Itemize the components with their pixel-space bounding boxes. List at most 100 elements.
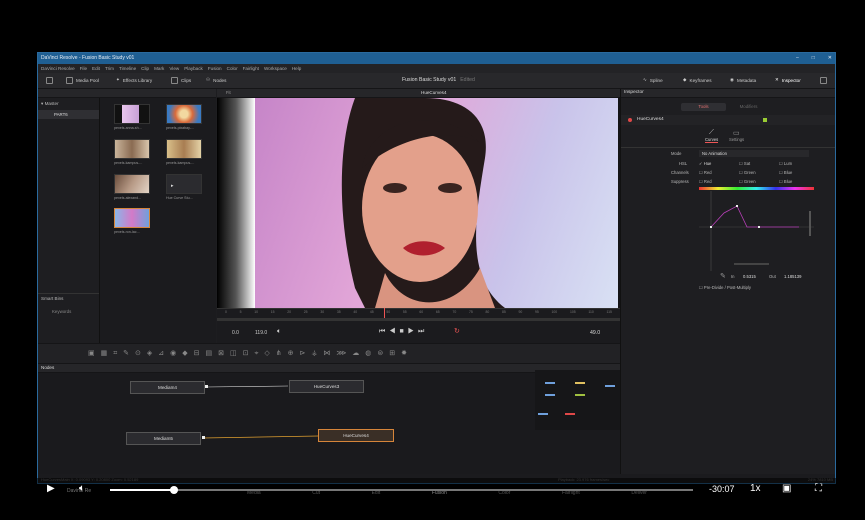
media-thumbnail[interactable]: ▸ — [166, 174, 202, 194]
sat-label: Sat — [743, 161, 751, 166]
playhead[interactable] — [384, 308, 385, 318]
channel-red-checkbox[interactable]: ☐ Red — [699, 170, 712, 175]
node-huecurves4[interactable]: HueCurves4 — [318, 429, 394, 442]
menu-item[interactable]: Timeline — [119, 64, 136, 73]
out-value[interactable]: 1.185139 — [784, 274, 801, 279]
menu-item[interactable]: Fairlight — [243, 64, 259, 73]
menu-item[interactable]: Playback — [184, 64, 203, 73]
tab-tools[interactable]: Tools — [681, 103, 726, 111]
sat-checkbox[interactable]: ☐ Sat — [739, 161, 750, 166]
menu-item[interactable]: Mark — [154, 64, 164, 73]
keyframes-icon: ◆ — [683, 77, 687, 82]
media-thumbnail[interactable] — [166, 104, 202, 124]
fullscreen-toggle-icon[interactable]: ⛶ — [815, 483, 822, 494]
node-version-swatch[interactable] — [763, 118, 767, 122]
menu-item[interactable]: File — [80, 64, 87, 73]
bin-master[interactable]: ▾ Master — [41, 101, 59, 107]
keyframes-button[interactable]: ◆ Keyframes — [683, 77, 712, 83]
node-huecurves3[interactable]: HueCurves3 — [289, 380, 364, 393]
title-bar: DaVinci Resolve - Fusion Basic Study v01… — [38, 53, 835, 64]
menu-item[interactable]: Workspace — [264, 64, 287, 73]
speaker-icon[interactable]: 🔈︎ — [277, 328, 281, 336]
fullscreen-icon[interactable] — [820, 77, 827, 84]
suppress-green-checkbox[interactable]: ☐ Green — [739, 179, 756, 184]
top-toolbar: Media Pool ✦ Effects Library Clips ⚇ Nodes… — [38, 73, 835, 89]
pip-icon[interactable]: ▣ — [782, 483, 791, 494]
inspector-title: Inspector — [624, 90, 644, 95]
channel-blue-checkbox[interactable]: ☐ Blue — [779, 170, 792, 175]
in-value[interactable]: 0.5315 — [743, 274, 756, 279]
seek-bar[interactable] — [110, 486, 693, 494]
bins-header — [38, 89, 100, 98]
minimize-icon[interactable]: – — [796, 53, 799, 64]
node-navigator[interactable] — [535, 370, 620, 430]
menu-item[interactable]: Clip — [141, 64, 149, 73]
frame-ruler[interactable]: 0 5 10 15 20 25 30 35 40 45 50 55 60 65 … — [217, 308, 620, 318]
start-frame[interactable]: 0.0 — [232, 330, 239, 336]
effects-library-button[interactable]: ✦ Effects Library — [116, 77, 152, 83]
viewer: Fit HueCurves4 0 5 10 15 20 25 30 35 40 … — [217, 89, 620, 344]
media-thumbnail[interactable] — [114, 174, 150, 194]
menu-item[interactable]: Trim — [105, 64, 114, 73]
nav-node — [545, 394, 555, 396]
end-frame[interactable]: 119.0 — [255, 330, 267, 336]
menu-item[interactable]: Fusion — [208, 64, 222, 73]
current-frame[interactable]: 49.0 — [590, 330, 600, 336]
predivide-label: Pre-Divide / Post-Multiply — [703, 285, 751, 290]
node-row[interactable]: HueCurves4 — [621, 115, 835, 125]
zoom-value[interactable]: Fit — [226, 90, 231, 95]
lum-checkbox[interactable]: ☐ Lum — [779, 161, 792, 166]
hue-checkbox[interactable]: ✓ Hue — [699, 161, 711, 166]
bin-part6[interactable]: PART6 — [38, 110, 99, 119]
media-thumbnail[interactable] — [166, 139, 202, 159]
media-pool-button[interactable]: Media Pool — [66, 77, 99, 84]
nodes-button[interactable]: ⚇ Nodes — [206, 77, 226, 83]
ruler-tick: 100 — [551, 310, 558, 314]
media-label: pexels-ron-lac... — [114, 230, 140, 234]
ruler-tick: 10 — [254, 310, 259, 314]
node-mediain5[interactable]: MediaIn5 — [126, 432, 201, 445]
media-thumbnail[interactable] — [114, 139, 150, 159]
playback-speed-button[interactable]: 1x — [750, 483, 761, 494]
media-thumbnail[interactable] — [114, 104, 150, 124]
node-output-port[interactable] — [205, 385, 208, 388]
tool-icons[interactable]: ▣▦⌗✎⊙◈⊿◉◆⊟▤⊠◫⊡⌖◇⋔⊕⊳⚶⋈⋙☁◍⊜⊞✸ — [88, 349, 413, 358]
menu-item[interactable]: Color — [227, 64, 238, 73]
menu-item[interactable]: Help — [292, 64, 301, 73]
smart-bin-keywords[interactable]: Keywords — [52, 309, 71, 314]
suppress-red-checkbox[interactable]: ☐ Red — [699, 179, 712, 184]
nodes-icon: ⚇ — [206, 77, 211, 82]
menu-item[interactable]: DaVinci Resolve — [41, 64, 75, 73]
subtab-settings[interactable]: Settings — [729, 137, 744, 142]
volume-icon[interactable]: 🔈︎ — [79, 483, 85, 494]
ruler-tick: 90 — [518, 310, 523, 314]
channel-green-checkbox[interactable]: ☐ Green — [739, 170, 756, 175]
spline-button[interactable]: ∿ Spline — [643, 77, 663, 83]
loop-icon[interactable]: ↻ — [454, 327, 460, 335]
eyedropper-icon[interactable]: ✎ — [720, 272, 726, 280]
transport-controls[interactable]: ⏮◀■▶⏭ — [379, 328, 428, 336]
menu-item[interactable]: View — [169, 64, 179, 73]
media-thumbnail-selected[interactable] — [114, 208, 150, 228]
inspector-button[interactable]: ✕ Inspector — [775, 77, 801, 83]
clips-button[interactable]: Clips — [171, 77, 191, 84]
close-icon[interactable]: ✕ — [828, 53, 832, 64]
layout-icon[interactable] — [46, 77, 53, 84]
ruler-tick: 85 — [501, 310, 506, 314]
predivide-checkbox[interactable]: ☐ Pre-Divide / Post-Multiply — [699, 285, 751, 290]
curve-editor[interactable] — [699, 191, 814, 271]
ruler-tick: 105 — [569, 310, 576, 314]
play-icon[interactable]: ▶ — [47, 483, 55, 494]
mode-dropdown[interactable]: No Animation — [699, 150, 809, 157]
node-output-port[interactable] — [202, 436, 205, 439]
tab-modifiers[interactable]: Modifiers — [726, 103, 771, 111]
suppress-blue-label: Blue — [783, 179, 793, 184]
suppress-blue-checkbox[interactable]: ☐ Blue — [779, 179, 792, 184]
node-mediain4[interactable]: MediaIn4 — [130, 381, 205, 394]
media-pool-icon — [66, 77, 73, 84]
maximize-icon[interactable]: □ — [812, 53, 815, 64]
subtab-curves[interactable]: Curves — [705, 137, 719, 143]
menu-item[interactable]: Edit — [92, 64, 100, 73]
metadata-button[interactable]: ◉ Metadata — [730, 77, 756, 83]
project-title: Fusion Basic Study v01 Edited — [402, 77, 475, 83]
